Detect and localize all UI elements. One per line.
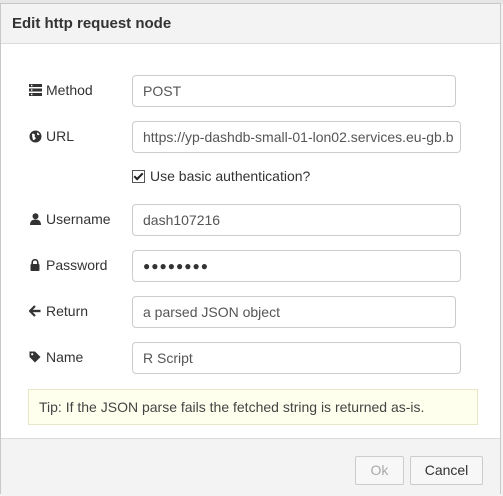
method-label: Method: [28, 82, 93, 98]
name-input[interactable]: R Script: [132, 342, 461, 374]
list-icon: [28, 83, 42, 97]
dialog-title: Edit http request node: [12, 15, 172, 32]
dialog-content: Method POST URL https://yp-dashdb-small-…: [1, 44, 500, 438]
cancel-button[interactable]: Cancel: [410, 456, 483, 485]
dialog-titlebar: Edit http request node: [1, 4, 500, 44]
dialog-footer: Ok Cancel: [1, 438, 500, 495]
basic-auth-row[interactable]: Use basic authentication?: [132, 168, 310, 184]
password-input[interactable]: ●●●●●●●●: [132, 250, 461, 282]
method-label-text: Method: [46, 82, 93, 98]
return-select[interactable]: a parsed JSON object: [132, 296, 456, 328]
user-icon: [28, 212, 42, 226]
username-label: Username: [28, 211, 111, 227]
basic-auth-label: Use basic authentication?: [150, 168, 311, 184]
tag-icon: [28, 350, 42, 364]
url-input[interactable]: https://yp-dashdb-small-01-lon02.service…: [132, 121, 461, 153]
username-input[interactable]: dash107216: [132, 204, 461, 236]
username-label-text: Username: [46, 211, 111, 227]
edit-node-dialog: Edit http request node Method POST URL h…: [0, 3, 501, 495]
password-label-text: Password: [46, 257, 108, 273]
arrow-left-icon: [28, 304, 42, 318]
url-label: URL: [28, 128, 74, 144]
password-label: Password: [28, 257, 107, 273]
method-select[interactable]: POST: [132, 75, 456, 107]
url-label-text: URL: [46, 128, 75, 144]
return-label: Return: [28, 303, 88, 319]
name-label-text: Name: [46, 349, 84, 365]
basic-auth-checkbox[interactable]: [132, 169, 145, 183]
ok-button[interactable]: Ok: [355, 456, 404, 485]
name-label: Name: [28, 349, 83, 365]
return-label-text: Return: [46, 303, 89, 319]
tip-box: Tip: If the JSON parse fails the fetched…: [28, 389, 478, 425]
globe-icon: [28, 129, 42, 143]
lock-icon: [28, 258, 42, 272]
